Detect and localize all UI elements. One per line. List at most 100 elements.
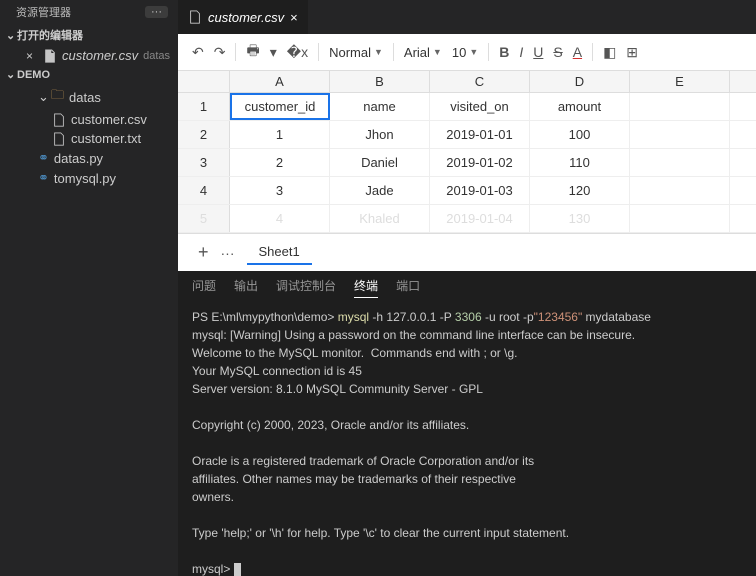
cell[interactable]: visited_on — [430, 93, 530, 120]
style-select[interactable]: Normal▼ — [329, 45, 383, 60]
terminal[interactable]: PS E:\ml\mypython\demo> mysql -h 127.0.0… — [178, 304, 756, 576]
more-icon[interactable]: ··· — [145, 6, 168, 18]
folder-icon: 🗀 — [51, 86, 64, 108]
select-all-corner[interactable] — [178, 71, 230, 92]
tab-terminal[interactable]: 终端 — [354, 277, 378, 298]
row-header[interactable]: 2 — [178, 121, 230, 148]
cell[interactable]: 4 — [230, 205, 330, 232]
cell[interactable]: 2019-01-03 — [430, 177, 530, 204]
table-row: 3 2 Daniel 2019-01-02 110 — [178, 149, 756, 177]
editor-tabs: customer.csv × — [178, 0, 756, 34]
sheet-tabs: + ··· Sheet1 — [178, 233, 756, 271]
tab-debug-console[interactable]: 调试控制台 — [276, 277, 336, 298]
cell[interactable]: 2019-01-01 — [430, 121, 530, 148]
project-section[interactable]: ⌄ DEMO — [0, 65, 178, 84]
close-icon[interactable]: × — [290, 10, 298, 25]
cell[interactable]: Jade — [330, 177, 430, 204]
filter-icon[interactable]: ▾ — [270, 44, 277, 61]
file-row-tomysql-py[interactable]: ⚭ tomysql.py — [0, 168, 178, 188]
close-icon[interactable]: × — [26, 49, 38, 63]
chevron-down-icon: ⌄ — [6, 29, 14, 42]
col-header[interactable]: A — [230, 71, 330, 92]
borders-icon[interactable]: ⊞ — [626, 44, 638, 61]
spreadsheet: ↶ ↷ 🖶 ▾ �x Normal▼ Arial▼ 10▼ B I — [178, 34, 756, 271]
cell[interactable] — [630, 93, 730, 120]
fill-color-icon[interactable]: ◧ — [603, 44, 616, 61]
cell[interactable]: amount — [530, 93, 630, 120]
column-headers: A B C D E — [178, 71, 756, 93]
sheet-menu-icon[interactable]: ··· — [221, 245, 235, 261]
font-select[interactable]: Arial▼ — [404, 45, 442, 60]
open-editor-item[interactable]: × customer.csv datas — [0, 46, 178, 65]
file-row-customer-csv[interactable]: customer.csv — [0, 110, 178, 129]
cell[interactable]: Khaled — [330, 205, 430, 232]
italic-button[interactable]: I — [519, 44, 523, 60]
file-icon — [52, 113, 66, 127]
cursor-icon — [234, 563, 241, 576]
undo-icon[interactable]: ↶ — [192, 44, 204, 61]
col-header[interactable]: E — [630, 71, 730, 92]
add-sheet-button[interactable]: + — [198, 242, 209, 263]
cell[interactable]: 2019-01-02 — [430, 149, 530, 176]
chevron-down-icon: ⌄ — [6, 68, 14, 81]
tab-output[interactable]: 输出 — [234, 277, 258, 298]
python-icon: ⚭ — [38, 170, 49, 186]
terminal-cmd: mysql — [338, 310, 369, 324]
folder-row[interactable]: ⌄ 🗀 datas — [0, 84, 178, 110]
cell[interactable]: 130 — [530, 205, 630, 232]
table-row: 5 4 Khaled 2019-01-04 130 — [178, 205, 756, 233]
cell[interactable]: 110 — [530, 149, 630, 176]
row-header[interactable]: 3 — [178, 149, 230, 176]
size-select[interactable]: 10▼ — [452, 45, 478, 60]
cell[interactable]: 120 — [530, 177, 630, 204]
terminal-text: -u root -p — [482, 310, 534, 324]
text-color-button[interactable]: A — [573, 44, 582, 60]
file-row-customer-txt[interactable]: customer.txt — [0, 129, 178, 148]
tab-label: customer.csv — [208, 10, 284, 25]
file-row-datas-py[interactable]: ⚭ datas.py — [0, 148, 178, 168]
terminal-ps: PS E:\ml\mypython\demo> — [192, 310, 338, 324]
row-header[interactable]: 4 — [178, 177, 230, 204]
row-header[interactable]: 1 — [178, 93, 230, 120]
file-label: customer.txt — [71, 131, 141, 146]
tab-problems[interactable]: 问题 — [192, 277, 216, 298]
cell[interactable]: 2019-01-04 — [430, 205, 530, 232]
row-header[interactable]: 5 — [178, 205, 230, 232]
redo-icon[interactable]: ↷ — [214, 44, 226, 61]
cell[interactable] — [630, 149, 730, 176]
underline-button[interactable]: U — [533, 44, 543, 60]
cell[interactable]: 1 — [230, 121, 330, 148]
open-editors-section[interactable]: ⌄ 打开的编辑器 — [0, 24, 178, 46]
open-editors-label: 打开的编辑器 — [17, 27, 83, 43]
sheet-tab[interactable]: Sheet1 — [247, 240, 312, 265]
table-row: 2 1 Jhon 2019-01-01 100 — [178, 121, 756, 149]
col-header[interactable]: D — [530, 71, 630, 92]
tab-ports[interactable]: 端口 — [396, 277, 420, 298]
col-header[interactable]: B — [330, 71, 430, 92]
cell[interactable]: Daniel — [330, 149, 430, 176]
file-label: tomysql.py — [54, 171, 116, 186]
toolbar: ↶ ↷ 🖶 ▾ �x Normal▼ Arial▼ 10▼ B I — [178, 34, 756, 71]
cell[interactable]: 2 — [230, 149, 330, 176]
open-editor-name: customer.csv — [62, 48, 138, 63]
cell[interactable]: Jhon — [330, 121, 430, 148]
cell[interactable]: customer_id — [230, 93, 330, 120]
tab-customer-csv[interactable]: customer.csv × — [178, 0, 309, 34]
file-label: datas.py — [54, 151, 103, 166]
terminal-text: mydatabase — [582, 310, 651, 324]
cell[interactable]: name — [330, 93, 430, 120]
terminal-prompt: mysql> — [192, 562, 234, 576]
clear-filter-icon[interactable]: �x — [287, 44, 308, 61]
print-icon[interactable]: 🖶 — [246, 40, 259, 64]
bold-button[interactable]: B — [499, 44, 509, 60]
col-header[interactable]: C — [430, 71, 530, 92]
panel-tabs: 问题 输出 调试控制台 终端 端口 — [178, 271, 756, 304]
cell[interactable]: 3 — [230, 177, 330, 204]
cell[interactable] — [630, 177, 730, 204]
terminal-text: -h 127.0.0.1 -P — [369, 310, 455, 324]
cell[interactable]: 100 — [530, 121, 630, 148]
cell[interactable] — [630, 121, 730, 148]
file-icon — [43, 49, 57, 63]
strike-button[interactable]: S — [553, 44, 562, 60]
cell[interactable] — [630, 205, 730, 232]
